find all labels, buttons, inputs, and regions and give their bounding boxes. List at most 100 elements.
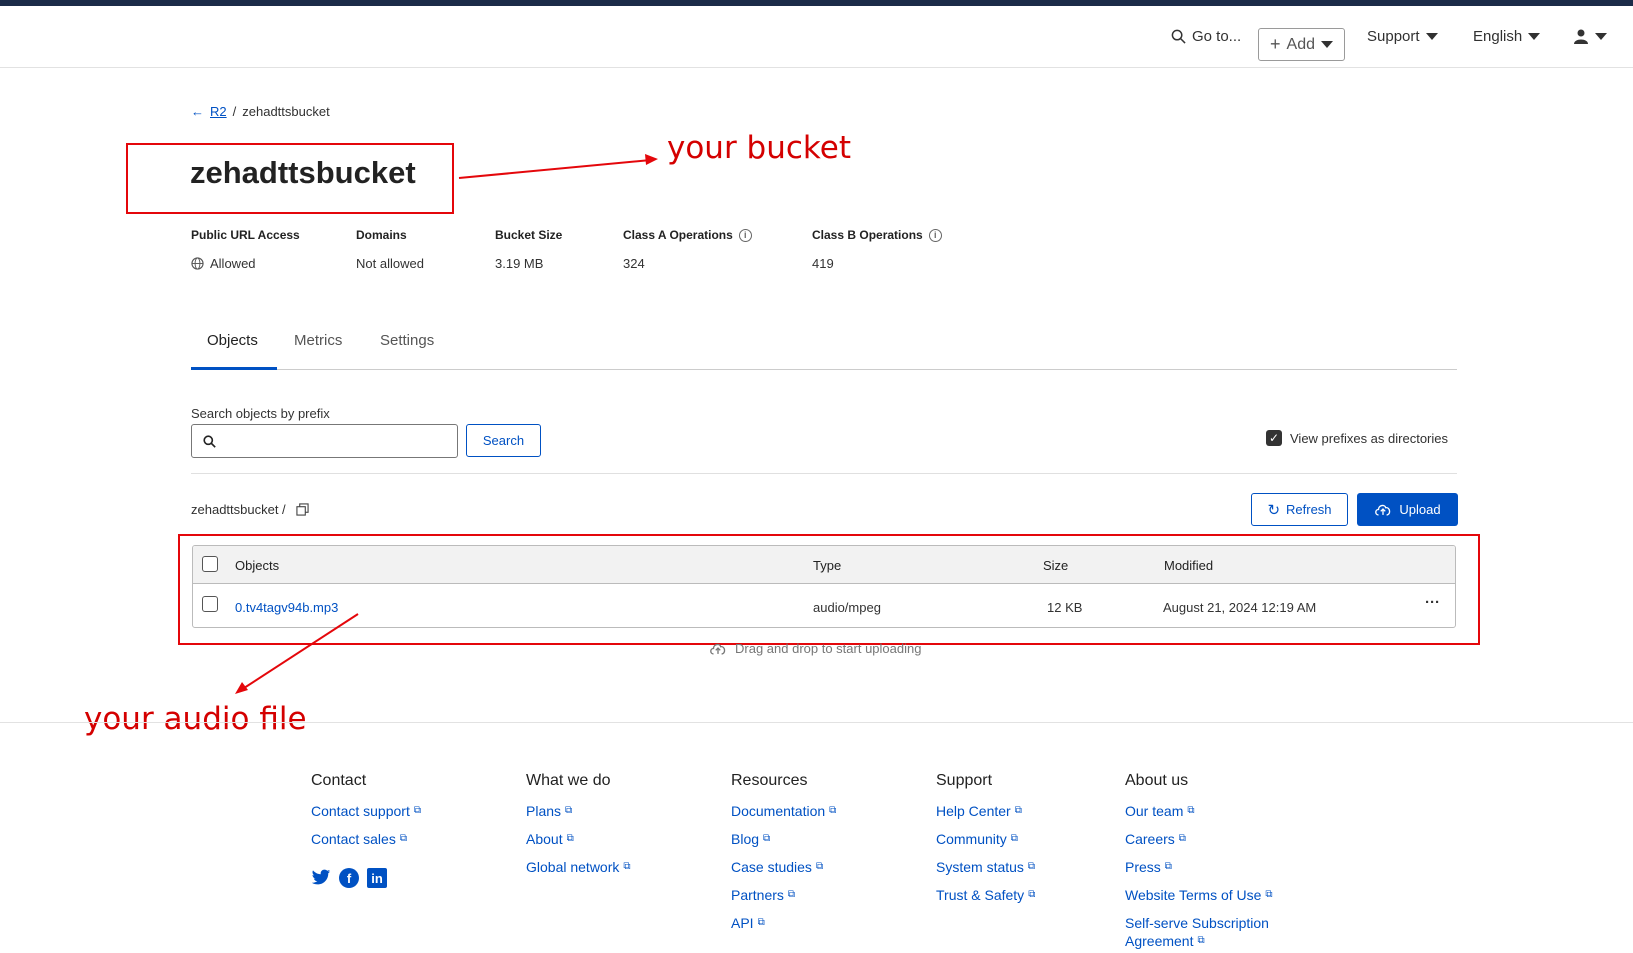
- audio-annotation-arrow: [235, 613, 359, 694]
- footer-heading: About us: [1125, 772, 1189, 789]
- link-text: Self-serve Subscription: [1125, 915, 1269, 931]
- footer-link-careers[interactable]: Careers ⧉: [1125, 831, 1273, 847]
- stat-value: Allowed: [210, 256, 256, 271]
- twitter-icon[interactable]: [311, 868, 331, 888]
- stat-label: Bucket Size: [495, 228, 563, 242]
- search-icon: [203, 435, 216, 448]
- add-button[interactable]: + Add: [1258, 28, 1345, 61]
- current-path: zehadttsbucket /: [191, 502, 309, 517]
- link-text: Documentation: [731, 803, 826, 819]
- audio-annotation-label: your audio file: [84, 701, 307, 737]
- info-icon[interactable]: i: [928, 228, 942, 242]
- copy-icon[interactable]: [296, 503, 309, 516]
- footer-link-partners[interactable]: Partners ⧉: [731, 887, 836, 903]
- path-label: zehadttsbucket /: [191, 502, 286, 517]
- link-text: Our team: [1125, 803, 1184, 819]
- external-link-icon: ⧉: [1164, 861, 1172, 872]
- column-header-modified[interactable]: Modified: [1164, 558, 1213, 573]
- bucket-annotation-arrow: [458, 154, 658, 179]
- footer-link-documentation[interactable]: Documentation ⧉: [731, 803, 836, 819]
- link-text: Case studies: [731, 859, 812, 875]
- external-link-icon: ⧉: [413, 805, 421, 816]
- external-link-icon: ⧉: [1178, 833, 1186, 844]
- support-menu[interactable]: Support: [1367, 28, 1438, 45]
- footer-link-trust-safety[interactable]: Trust & Safety ⧉: [936, 887, 1035, 903]
- external-link-icon: ⧉: [1010, 833, 1018, 844]
- checkbox-checked-icon[interactable]: ✓: [1266, 430, 1282, 446]
- drag-drop-hint: Drag and drop to start uploading: [709, 641, 921, 656]
- footer-link-case-studies[interactable]: Case studies ⧉: [731, 859, 836, 875]
- footer-link-community[interactable]: Community ⧉: [936, 831, 1035, 847]
- footer-link-self-serve-subscription[interactable]: Self-serve Subscription: [1125, 915, 1273, 931]
- footer-link-press[interactable]: Press ⧉: [1125, 859, 1273, 875]
- arrow-left-icon[interactable]: ←: [191, 104, 204, 119]
- chevron-down-icon: [1528, 33, 1541, 40]
- breadcrumb-r2-link[interactable]: R2: [210, 104, 227, 119]
- linkedin-icon[interactable]: in: [367, 868, 387, 888]
- language-label: English: [1473, 28, 1523, 45]
- upload-label: Upload: [1399, 502, 1441, 517]
- cloud-upload-icon: [1375, 504, 1391, 516]
- external-link-icon: ⧉: [1187, 805, 1195, 816]
- column-header-type[interactable]: Type: [813, 558, 841, 573]
- footer-link-about[interactable]: About ⧉: [526, 831, 631, 847]
- refresh-label: Refresh: [1286, 502, 1332, 517]
- external-link-icon: ⧉: [565, 805, 573, 816]
- stat-class-a-operations: Class A Operations i 324: [623, 228, 752, 271]
- tab-metrics[interactable]: Metrics: [294, 332, 342, 349]
- active-tab-indicator: [191, 367, 277, 370]
- footer-link-plans[interactable]: Plans ⧉: [526, 803, 631, 819]
- footer-link-our-team[interactable]: Our team ⧉: [1125, 803, 1273, 819]
- user-menu[interactable]: [1573, 28, 1607, 44]
- search-button[interactable]: Search: [466, 424, 541, 457]
- row-checkbox[interactable]: [202, 596, 218, 612]
- divider: [191, 473, 1457, 474]
- external-link-icon: ⧉: [763, 833, 771, 844]
- refresh-button[interactable]: ↻ Refresh: [1251, 493, 1348, 526]
- tab-objects[interactable]: Objects: [207, 332, 258, 349]
- view-prefixes-toggle[interactable]: ✓ View prefixes as directories: [1266, 430, 1448, 446]
- footer-link-help-center[interactable]: Help Center ⧉: [936, 803, 1035, 819]
- footer-link-blog[interactable]: Blog ⧉: [731, 831, 836, 847]
- stat-domains: Domains Not allowed: [356, 228, 424, 271]
- column-header-objects[interactable]: Objects: [235, 558, 279, 573]
- link-text: System status: [936, 859, 1024, 875]
- footer-link-website-terms[interactable]: Website Terms of Use ⧉: [1125, 887, 1273, 903]
- footer-link-system-status[interactable]: System status ⧉: [936, 859, 1035, 875]
- info-icon[interactable]: i: [738, 228, 752, 242]
- footer-link-global-network[interactable]: Global network ⧉: [526, 859, 631, 875]
- search-text-field[interactable]: [222, 429, 447, 453]
- breadcrumb: ← R2 / zehadttsbucket: [191, 104, 330, 119]
- search-label: Search objects by prefix: [191, 406, 330, 421]
- stat-label: Public URL Access: [191, 228, 300, 242]
- column-header-size[interactable]: Size: [1043, 558, 1068, 573]
- plus-icon: +: [1270, 34, 1281, 54]
- footer-link-api[interactable]: API ⧉: [731, 915, 836, 931]
- bucket-annotation-label: your bucket: [667, 130, 852, 166]
- social-links: f in: [311, 868, 387, 888]
- select-all-checkbox[interactable]: [202, 556, 218, 572]
- tab-settings[interactable]: Settings: [380, 332, 434, 349]
- link-text: Global network: [526, 859, 620, 875]
- user-icon: [1574, 29, 1588, 44]
- object-modified: August 21, 2024 12:19 AM: [1163, 600, 1317, 615]
- external-link-icon: ⧉: [1027, 861, 1036, 872]
- footer-link-agreement[interactable]: Agreement ⧉: [1125, 933, 1273, 949]
- search-input[interactable]: [191, 424, 458, 458]
- language-menu[interactable]: English: [1473, 28, 1541, 45]
- row-actions-icon[interactable]: ···: [1425, 594, 1440, 611]
- footer-link-contact-sales[interactable]: Contact sales ⧉: [311, 831, 421, 847]
- stat-value: 324: [623, 256, 645, 271]
- tab-bar: Objects Metrics Settings: [191, 322, 1457, 370]
- support-label: Support: [1367, 28, 1420, 45]
- footer-heading: Contact: [311, 772, 367, 789]
- upload-button[interactable]: Upload: [1357, 493, 1458, 526]
- stat-class-b-operations: Class B Operations i 419: [812, 228, 942, 271]
- go-to-button[interactable]: Go to...: [1171, 28, 1241, 45]
- facebook-icon[interactable]: f: [339, 868, 359, 888]
- external-link-icon: ⧉: [623, 861, 631, 872]
- add-label: Add: [1286, 35, 1315, 53]
- stat-value: 3.19 MB: [495, 256, 544, 271]
- stat-label: Class B Operations: [812, 228, 923, 242]
- footer-link-contact-support[interactable]: Contact support ⧉: [311, 803, 421, 819]
